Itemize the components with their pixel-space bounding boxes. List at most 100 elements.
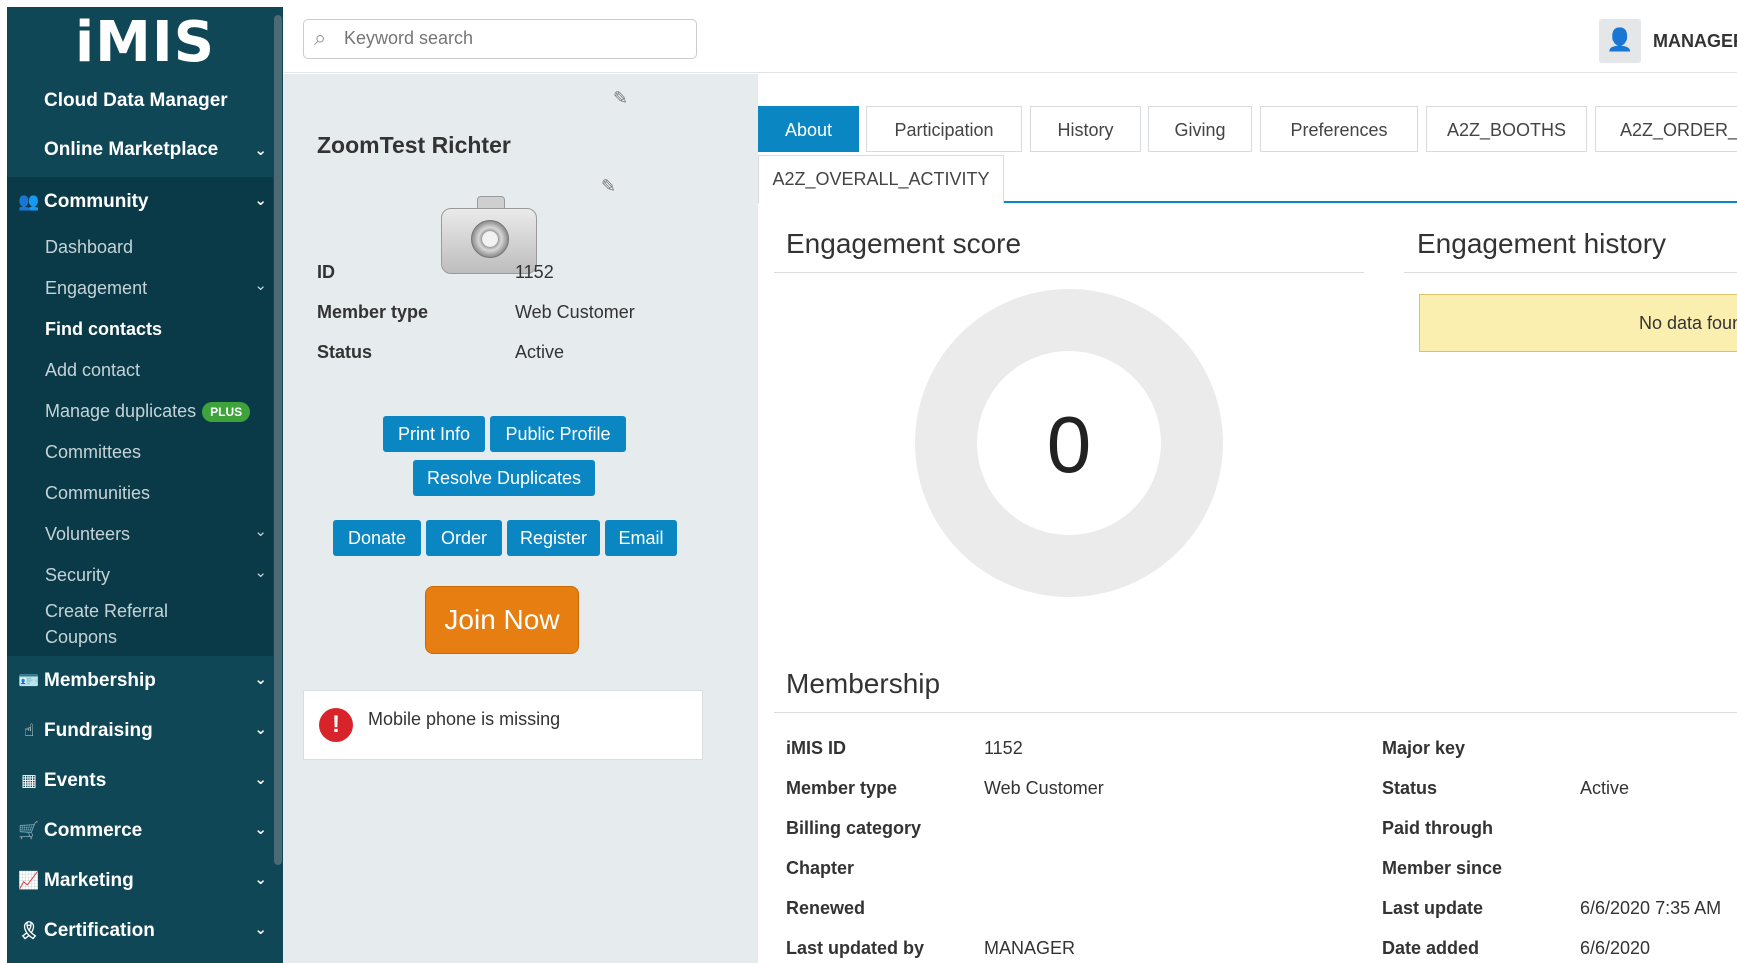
field-value: MANAGER <box>984 938 1076 958</box>
sidebar-item-committees[interactable]: Committees <box>7 432 283 473</box>
chevron-down-icon: ⌄ <box>254 770 267 788</box>
field-value: Web Customer <box>984 778 1104 798</box>
sidebar-item-label: Manage duplicates <box>45 401 197 421</box>
field-value: 6/6/2020 7:35 AM <box>1580 898 1722 918</box>
engagement-history-title: Engagement history <box>1417 228 1667 259</box>
tab-a2z-booths[interactable]: A2Z_BOOTHS <box>1426 106 1587 152</box>
sidebar-item-online-marketplace[interactable]: Online Marketplace ⌄ <box>7 127 283 177</box>
contact-name: ZoomTest Richter <box>317 132 511 158</box>
sidebar-item-security[interactable]: Security ⌄ <box>7 555 283 596</box>
sidebar-item-label: Dashboard <box>45 237 134 257</box>
edit-photo-icon[interactable]: ✎ <box>601 176 616 197</box>
chevron-down-icon: ⌄ <box>254 191 267 209</box>
field-value: Active <box>515 342 565 362</box>
chevron-down-icon: ⌄ <box>254 563 267 581</box>
register-button[interactable]: Register <box>507 520 600 556</box>
sidebar-item-find-contacts[interactable]: Find contacts <box>7 309 283 350</box>
sidebar-section-events[interactable]: ▦ Events ⌄ <box>7 756 283 806</box>
sidebar-item-engagement[interactable]: Engagement ⌄ <box>7 268 283 309</box>
field-value: 6/6/2020 <box>1580 938 1651 958</box>
sidebar-item-label: Communities <box>45 483 151 503</box>
tab-a2z-overall-activity[interactable]: A2Z_OVERALL_ACTIVITY <box>758 155 1004 203</box>
engagement-score-value: 0 <box>1047 400 1092 489</box>
field-label: Paid through <box>1382 818 1493 838</box>
top-bar: ⌕ 👤 MANAGER <box>283 7 1737 73</box>
divider <box>774 272 1364 273</box>
sidebar-scrollbar[interactable] <box>273 7 283 963</box>
sidebar-section-label: Fundraising <box>44 720 153 741</box>
sidebar-item-label: Online Marketplace <box>44 139 219 160</box>
sidebar-item-communities[interactable]: Communities <box>7 473 283 514</box>
sidebar-item-dashboard[interactable]: Dashboard <box>7 227 283 268</box>
field-label: Billing category <box>786 818 922 838</box>
field-label: Major key <box>1382 738 1466 758</box>
sidebar-section-label: Membership <box>44 670 156 691</box>
field-label: Last updated by <box>786 938 925 958</box>
sidebar: iMIS Cloud Data Manager Online Marketpla… <box>7 7 283 963</box>
edit-name-icon[interactable]: ✎ <box>613 88 628 109</box>
sidebar-item-volunteers[interactable]: Volunteers ⌄ <box>7 514 283 555</box>
sidebar-title[interactable]: Cloud Data Manager <box>7 79 283 127</box>
tab-preferences[interactable]: Preferences <box>1260 106 1418 152</box>
sidebar-section-membership[interactable]: 🪪 Membership ⌄ <box>7 656 283 706</box>
sidebar-section-label: Certification <box>44 920 155 941</box>
search-input[interactable] <box>344 28 684 49</box>
field-value: 1152 <box>515 262 554 282</box>
print-info-button[interactable]: Print Info <box>383 416 485 452</box>
sidebar-item-create-referral-coupons[interactable]: Create Referral Coupons <box>7 596 283 650</box>
sidebar-item-manage-duplicates[interactable]: Manage duplicates PLUS <box>7 391 283 432</box>
people-icon: 👥 <box>18 192 40 212</box>
membership-title: Membership <box>786 668 941 699</box>
sidebar-item-add-contact[interactable]: Add contact <box>7 350 283 391</box>
chevron-down-icon: ⌄ <box>254 141 267 159</box>
field-value: Active <box>1580 778 1630 798</box>
tab-a2z-order-ac[interactable]: A2Z_ORDER_AC <box>1595 106 1737 152</box>
error-icon: ! <box>319 708 353 742</box>
sidebar-item-label: Committees <box>45 442 142 462</box>
sidebar-section-certification[interactable]: 🎗 Certification ⌄ <box>7 906 283 956</box>
search-box[interactable]: ⌕ <box>303 19 697 59</box>
tab-about[interactable]: About <box>758 106 859 152</box>
no-data-banner: No data foun <box>1419 294 1737 352</box>
sidebar-section-label: Community <box>44 191 149 212</box>
engagement-score-title: Engagement score <box>786 228 1022 259</box>
sidebar-section-label: Commerce <box>44 820 143 841</box>
sidebar-section-community[interactable]: 👥 Community ⌄ <box>7 177 283 227</box>
ribbon-icon: 🎗 <box>18 921 40 941</box>
chart-line-icon: 📈 <box>18 871 40 891</box>
sidebar-section-label: Marketing <box>44 870 134 891</box>
field-label: ID <box>317 262 335 282</box>
camera-lens <box>471 220 509 258</box>
order-button[interactable]: Order <box>426 520 502 556</box>
public-profile-button[interactable]: Public Profile <box>490 416 626 452</box>
field-value: Web Customer <box>515 302 635 322</box>
email-button[interactable]: Email <box>605 520 677 556</box>
imis-logo[interactable]: iMIS <box>7 7 283 79</box>
avatar[interactable]: 👤 <box>1599 19 1641 63</box>
chevron-down-icon: ⌄ <box>254 276 267 294</box>
plus-badge: PLUS <box>202 402 251 423</box>
tab-participation[interactable]: Participation <box>866 106 1022 152</box>
join-now-button[interactable]: Join Now <box>425 586 579 654</box>
hand-icon: ☝ <box>23 721 35 741</box>
sidebar-item-label: Create Referral Coupons <box>45 601 169 647</box>
sidebar-section-commerce[interactable]: 🛒 Commerce ⌄ <box>7 806 283 856</box>
sidebar-item-label: Find contacts <box>45 319 163 339</box>
engagement-score-donut: 0 <box>915 289 1223 597</box>
community-submenu: Dashboard Engagement ⌄ Find contacts Add … <box>7 227 283 656</box>
sidebar-item-label: Engagement <box>45 278 148 298</box>
field-label: Status <box>317 342 373 362</box>
search-icon: ⌕ <box>314 26 327 51</box>
sidebar-section-fundraising[interactable]: ☝ Fundraising ⌄ <box>7 706 283 756</box>
scrollbar-thumb[interactable] <box>274 15 282 865</box>
tab-history[interactable]: History <box>1030 106 1141 152</box>
resolve-duplicates-button[interactable]: Resolve Duplicates <box>413 460 595 496</box>
sidebar-section-marketing[interactable]: 📈 Marketing ⌄ <box>7 856 283 906</box>
sidebar-item-label: Volunteers <box>45 524 131 544</box>
contact-panel: ✎ ZoomTest Richter ✎ ID 1152 Member type… <box>283 74 758 963</box>
donate-button[interactable]: Donate <box>333 520 421 556</box>
sidebar-item-label: Add contact <box>45 360 141 380</box>
divider <box>774 712 1737 713</box>
tab-giving[interactable]: Giving <box>1148 106 1252 152</box>
user-name[interactable]: MANAGER <box>1653 31 1737 52</box>
